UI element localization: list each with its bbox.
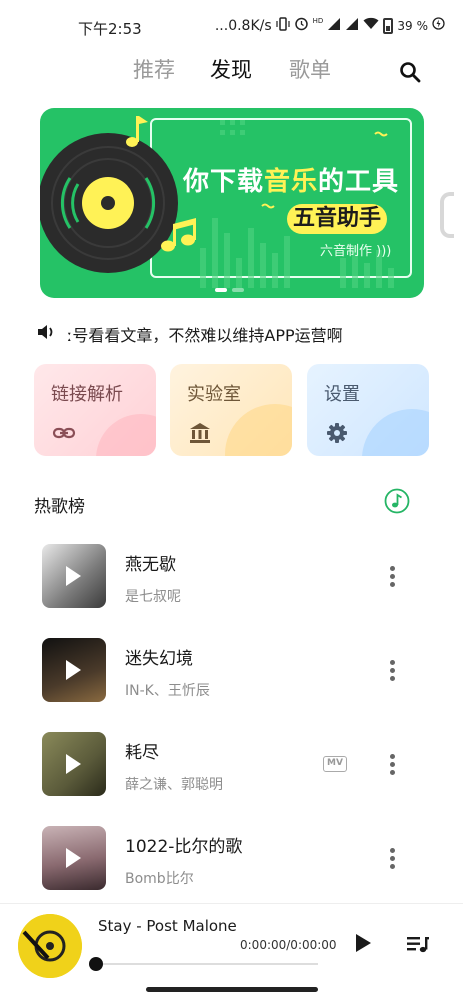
song-artist: 薛之谦、郭聪明 — [125, 777, 223, 793]
status-time: 下午2:53 — [78, 20, 142, 38]
progress-knob[interactable] — [89, 957, 103, 971]
wifi-icon — [363, 17, 379, 34]
sound-wave-icon: ))) — [376, 244, 392, 259]
song-title: 迷失幻境 — [125, 649, 193, 669]
song-title: 1022-比尔的歌 — [125, 837, 243, 857]
mv-badge[interactable]: MV — [323, 756, 347, 772]
bank-icon — [187, 420, 213, 446]
banner-dot[interactable] — [232, 288, 244, 292]
settings-card[interactable]: 设置 — [307, 364, 429, 456]
song-row[interactable]: 1022-比尔的歌 Bomb比尔 — [0, 826, 463, 896]
charging-icon — [432, 17, 445, 34]
status-icons: ...0.8K/s HD 39 % — [215, 16, 445, 35]
vinyl-illustration — [40, 116, 394, 288]
battery-percent: 39 — [397, 18, 413, 33]
battery-icon — [383, 17, 394, 34]
play-icon[interactable] — [66, 754, 81, 774]
vibrate-icon — [276, 16, 290, 35]
banner-dot-active[interactable] — [215, 288, 227, 292]
banner-subtitle: 五音助手 — [287, 204, 388, 234]
signal-icon-2 — [345, 17, 359, 35]
more-options-icon[interactable] — [388, 566, 396, 588]
hd-badge: HD — [312, 16, 324, 25]
song-artist: IN-K、王忻辰 — [125, 683, 210, 699]
credit-text: 六音制作 — [320, 244, 373, 259]
play-icon[interactable] — [66, 848, 81, 868]
song-row[interactable]: 燕无歇 是七叔呢 — [0, 544, 463, 614]
lab-card[interactable]: 实验室 — [170, 364, 292, 456]
banner-headline: 你下载音乐的工具 — [183, 161, 399, 198]
tab-discover[interactable]: 发现 — [210, 54, 252, 84]
link-parse-label: 链接解析 — [51, 384, 123, 405]
song-row[interactable]: 耗尽 薛之谦、郭聪明 MV — [0, 732, 463, 802]
play-button[interactable] — [356, 934, 371, 952]
next-banner-peek — [440, 192, 454, 238]
more-options-icon[interactable] — [388, 848, 396, 870]
home-indicator[interactable] — [146, 987, 318, 992]
link-icon — [51, 420, 77, 446]
music-note-icon[interactable] — [384, 488, 410, 514]
song-artist: Bomb比尔 — [125, 871, 194, 887]
percent-sign: % — [416, 18, 428, 33]
banner-credit: 六音制作 ))) — [320, 240, 391, 259]
headline-accent: 音乐 — [264, 167, 319, 197]
song-cover[interactable] — [42, 826, 106, 890]
status-bar: 下午2:53 ...0.8K/s HD 39 % — [0, 0, 463, 50]
song-artist: 是七叔呢 — [125, 589, 181, 605]
song-cover[interactable] — [42, 544, 106, 608]
link-parse-card[interactable]: 链接解析 — [34, 364, 156, 456]
banner-pagination — [215, 288, 244, 292]
song-title: 燕无歇 — [125, 555, 176, 575]
gear-icon — [324, 420, 350, 446]
playlist-queue-icon[interactable] — [406, 934, 430, 954]
alarm-icon — [294, 16, 309, 35]
song-cover[interactable] — [42, 732, 106, 796]
signal-icon — [327, 17, 341, 35]
progress-bar[interactable] — [96, 963, 318, 965]
hot-songs-title: 热歌榜 — [34, 497, 85, 517]
play-icon[interactable] — [66, 660, 81, 680]
speaker-icon — [37, 323, 57, 345]
search-icon[interactable] — [398, 60, 422, 84]
now-playing-title: Stay - Post Malone — [98, 917, 237, 935]
tab-playlist[interactable]: 歌单 — [289, 54, 331, 84]
song-row[interactable]: 迷失幻境 IN-K、王忻辰 — [0, 638, 463, 708]
headline-prefix: 你下载 — [183, 167, 265, 197]
more-options-icon[interactable] — [388, 660, 396, 682]
album-art[interactable] — [18, 914, 82, 978]
network-speed: ...0.8K/s — [214, 17, 272, 34]
playback-time: 0:00:00/0:00:00 — [240, 938, 337, 952]
song-title: 耗尽 — [125, 743, 159, 763]
notice-text: ː号看看文章，不然难以维持APP运营啊 — [67, 326, 343, 345]
mini-player[interactable]: Stay - Post Malone 0:00:00/0:00:00 — [0, 903, 463, 1000]
song-cover[interactable] — [42, 638, 106, 702]
lab-label: 实验室 — [187, 384, 241, 405]
play-icon[interactable] — [66, 566, 81, 586]
tab-recommend[interactable]: 推荐 — [133, 54, 175, 84]
settings-label: 设置 — [324, 384, 360, 405]
top-nav: 推荐 发现 歌单 — [0, 50, 463, 90]
more-options-icon[interactable] — [388, 754, 396, 776]
notice-bar[interactable]: ː号看看文章，不然难以维持APP运营啊 — [37, 322, 343, 346]
promo-banner[interactable]: 你下载音乐的工具 五音助手 六音制作 ))) — [40, 108, 424, 298]
headline-suffix: 的工具 — [318, 167, 400, 197]
